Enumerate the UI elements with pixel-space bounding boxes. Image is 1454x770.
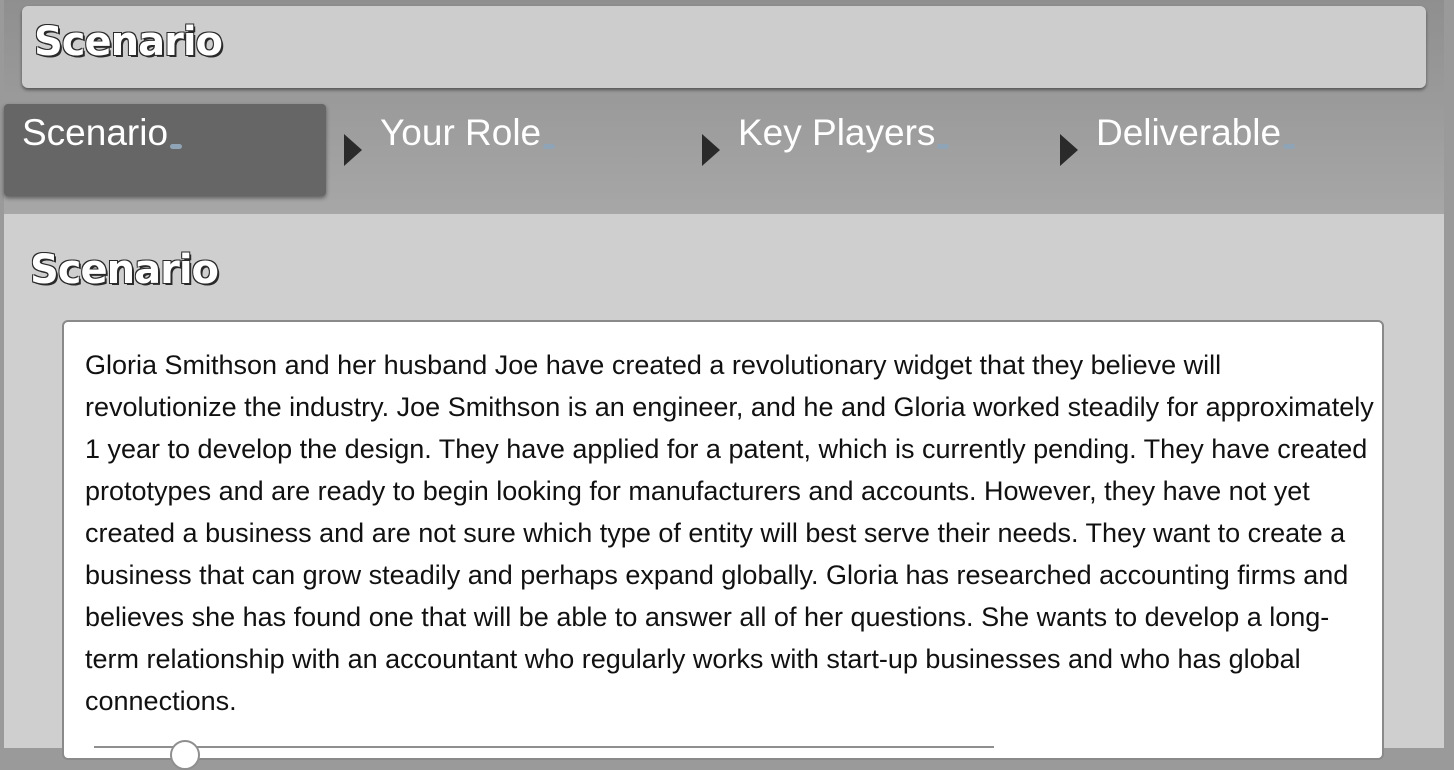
tab-label: Deliverable [1096,114,1296,151]
slider-handle[interactable] [170,740,200,770]
triangle-right-icon [1060,134,1078,166]
tab-key-players[interactable]: Key Players [722,104,1062,196]
tab-your-role[interactable]: Your Role [364,104,704,196]
section-heading: Scenario [30,247,219,293]
tab-label: Your Role [380,114,556,151]
tab-label: Scenario [22,114,183,151]
page-title: Scenario [34,19,223,65]
tab-indicator [1283,144,1296,149]
tab-scenario[interactable]: Scenario [4,104,326,196]
tab-indicator [543,144,556,149]
scenario-content-box: Gloria Smithson and her husband Joe have… [62,320,1384,770]
scenario-body-text: Gloria Smithson and her husband Joe have… [85,350,1374,716]
triangle-right-icon [702,134,720,166]
tab-deliverable[interactable]: Deliverable [1080,104,1420,196]
tab-label: Key Players [738,114,950,151]
title-bar: Scenario [22,6,1426,88]
triangle-right-icon [344,134,362,166]
tab-indicator [170,144,183,149]
app-frame: Scenario Scenario Your Role Key Players … [4,0,1444,770]
tab-indicator [937,144,950,149]
top-area: Scenario Scenario Your Role Key Players … [4,0,1444,214]
